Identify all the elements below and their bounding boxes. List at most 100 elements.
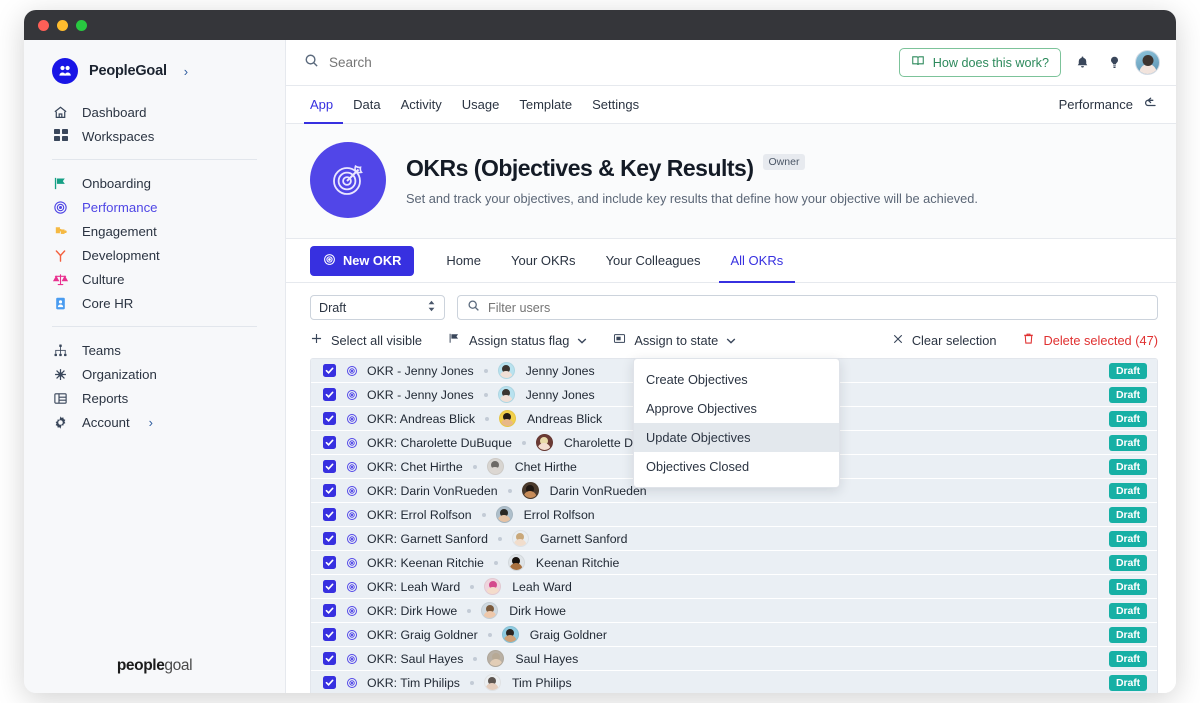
owner-name: Graig Goldner: [529, 627, 607, 642]
row-checkbox[interactable]: [323, 556, 336, 569]
separator-dot-icon: [493, 560, 498, 565]
back-to-performance[interactable]: Performance: [1059, 86, 1160, 123]
assign-to-state-button[interactable]: Assign to state: [613, 332, 762, 348]
sidebar-item-dashboard[interactable]: Dashboard: [24, 100, 285, 124]
owner-name: Dirk Howe: [509, 603, 566, 618]
row-checkbox[interactable]: [323, 508, 336, 521]
status-badge: Draft: [1108, 386, 1147, 403]
tab-app[interactable]: App: [304, 86, 344, 124]
table-row[interactable]: OKR: Errol Rolfson Errol Rolfson Draft: [311, 503, 1157, 527]
sidebar-item-core-hr[interactable]: Core HR: [24, 291, 285, 315]
row-checkbox[interactable]: [323, 604, 336, 617]
row-checkbox[interactable]: [323, 436, 336, 449]
sidebar-item-onboarding[interactable]: Onboarding: [24, 171, 285, 195]
row-checkbox[interactable]: [323, 484, 336, 497]
lightbulb-icon[interactable]: [1103, 55, 1125, 70]
row-checkbox[interactable]: [323, 388, 336, 401]
tab-usage[interactable]: Usage: [452, 86, 510, 124]
sidebar-item-development[interactable]: Development: [24, 243, 285, 267]
avatar: [495, 506, 513, 523]
sidebar-item-engagement[interactable]: Engagement: [24, 219, 285, 243]
separator-dot-icon: [521, 440, 526, 445]
how-does-this-work-button[interactable]: How does this work?: [898, 48, 1061, 77]
row-checkbox[interactable]: [323, 532, 336, 545]
action-tab-your-okrs[interactable]: Your OKRs: [499, 240, 588, 283]
row-checkbox[interactable]: [323, 364, 336, 377]
dropdown-item[interactable]: Update Objectives: [634, 423, 839, 452]
bulk-actions-row: Select all visible Assign status flag As…: [310, 332, 1158, 348]
row-checkbox[interactable]: [323, 652, 336, 665]
assign-to-state-dropdown[interactable]: Create Objectives Approve Objectives Updat…: [633, 358, 840, 488]
table-row[interactable]: OKR: Keenan Ritchie Keenan Ritchie Draft: [311, 551, 1157, 575]
delete-selected-button[interactable]: Delete selected (47): [1022, 332, 1158, 348]
state-select-value: Draft: [319, 300, 347, 315]
okr-title: OKR: Tim Philips: [367, 675, 460, 690]
row-checkbox[interactable]: [323, 580, 336, 593]
clear-selection-button[interactable]: Clear selection: [892, 333, 1023, 348]
table-row[interactable]: OKR: Saul Hayes Saul Hayes Draft: [311, 647, 1157, 671]
chevron-right-icon: ›: [148, 414, 153, 430]
separator-dot-icon: [483, 368, 488, 373]
close-window-button[interactable]: [38, 19, 49, 31]
table-icon: [52, 390, 69, 407]
filter-users-input[interactable]: [488, 300, 1148, 315]
global-search[interactable]: [304, 53, 889, 73]
sidebar-item-teams[interactable]: Teams: [24, 338, 285, 362]
tab-settings[interactable]: Settings: [582, 86, 649, 124]
avatar: [497, 386, 515, 403]
sidebar-item-reports[interactable]: Reports: [24, 386, 285, 410]
action-tab-home[interactable]: Home: [434, 240, 493, 283]
sidebar-item-label: Performance: [82, 199, 158, 215]
filter-users-box[interactable]: [457, 295, 1158, 320]
table-row[interactable]: OKR: Graig Goldner Graig Goldner Draft: [311, 623, 1157, 647]
target-arrow-icon: [310, 142, 386, 218]
sidebar-item-culture[interactable]: Culture: [24, 267, 285, 291]
okr-title: OKR: Keenan Ritchie: [367, 555, 484, 570]
dropdown-item[interactable]: Approve Objectives: [634, 394, 839, 423]
table-row[interactable]: OKR: Tim Philips Tim Philips Draft: [311, 671, 1157, 693]
assign-status-flag-button[interactable]: Assign status flag: [448, 332, 613, 348]
action-tab-your-colleagues[interactable]: Your Colleagues: [594, 240, 713, 283]
sidebar-item-account[interactable]: Account ›: [24, 410, 285, 434]
maximize-window-button[interactable]: [76, 19, 87, 31]
target-icon: [345, 677, 358, 689]
target-icon: [345, 461, 358, 473]
brand-selector[interactable]: PeopleGoal ›: [24, 40, 285, 100]
separator-dot-icon: [484, 416, 489, 421]
select-all-visible-button[interactable]: Select all visible: [310, 332, 448, 348]
avatar: [521, 482, 539, 499]
status-badge: Draft: [1108, 626, 1147, 643]
row-checkbox[interactable]: [323, 628, 336, 641]
user-avatar[interactable]: [1135, 50, 1160, 75]
row-checkbox[interactable]: [323, 460, 336, 473]
sidebar-item-performance[interactable]: Performance: [24, 195, 285, 219]
action-tab-all-okrs[interactable]: All OKRs: [718, 240, 796, 283]
sidebar-item-organization[interactable]: Organization: [24, 362, 285, 386]
okr-title: OKR: Chet Hirthe: [367, 459, 463, 474]
new-okr-button[interactable]: New OKR: [310, 245, 415, 276]
okr-title: OKR: Dirk Howe: [367, 603, 458, 618]
action-tab-label: All OKRs: [730, 252, 784, 268]
avatar: [487, 650, 505, 667]
tab-template[interactable]: Template: [509, 86, 582, 124]
new-okr-label: New OKR: [343, 253, 402, 268]
separator-dot-icon: [467, 608, 472, 613]
dropdown-item[interactable]: Objectives Closed: [634, 452, 839, 481]
page-title: OKRs (Objectives & Key Results): [406, 154, 754, 181]
tab-data[interactable]: Data: [343, 86, 390, 124]
minimize-window-button[interactable]: [57, 19, 68, 31]
state-select[interactable]: Draft: [310, 295, 445, 320]
row-checkbox[interactable]: [323, 676, 336, 689]
search-input[interactable]: [329, 55, 629, 70]
row-checkbox[interactable]: [323, 412, 336, 425]
status-badge: Draft: [1108, 602, 1147, 619]
table-row[interactable]: OKR: Leah Ward Leah Ward Draft: [311, 575, 1157, 599]
dropdown-item[interactable]: Create Objectives: [634, 365, 839, 394]
table-row[interactable]: OKR: Garnett Sanford Garnett Sanford Draft: [311, 527, 1157, 551]
okr-title: OKR: Darin VonRueden: [367, 483, 498, 498]
table-row[interactable]: OKR: Dirk Howe Dirk Howe Draft: [311, 599, 1157, 623]
tab-activity[interactable]: Activity: [391, 86, 452, 124]
sidebar-item-workspaces[interactable]: Workspaces: [24, 124, 285, 148]
peoplegoal-logo-icon: [52, 58, 78, 84]
bell-icon[interactable]: [1071, 55, 1093, 70]
